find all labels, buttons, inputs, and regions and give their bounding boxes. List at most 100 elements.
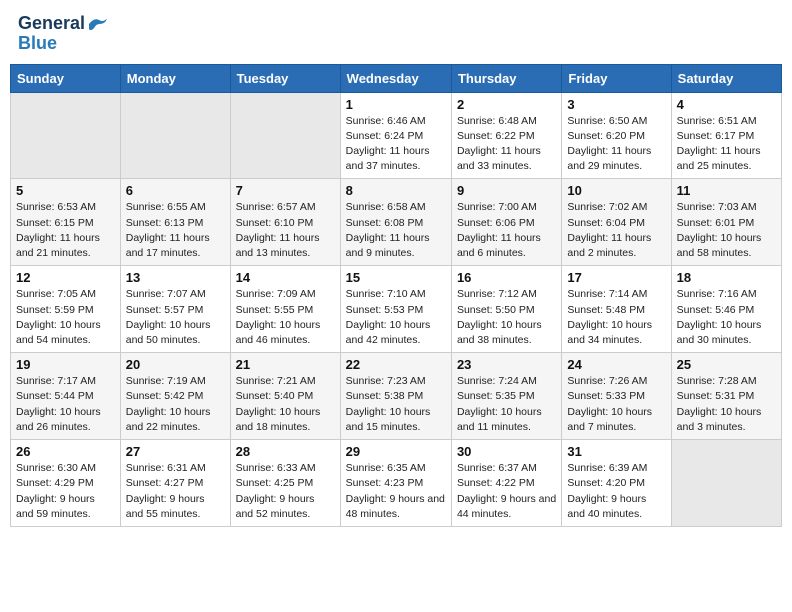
day-cell: 11 Sunrise: 7:03 AM Sunset: 6:01 PM Dayli… bbox=[671, 179, 781, 266]
logo-general: General bbox=[18, 14, 85, 34]
day-detail: Sunrise: 6:48 AM Sunset: 6:22 PM Dayligh… bbox=[457, 114, 556, 175]
day-detail: Sunrise: 6:37 AM Sunset: 4:22 PM Dayligh… bbox=[457, 461, 556, 522]
day-number: 4 bbox=[677, 97, 776, 112]
day-number: 12 bbox=[16, 270, 115, 285]
day-number: 30 bbox=[457, 444, 556, 459]
day-cell: 7 Sunrise: 6:57 AM Sunset: 6:10 PM Daylig… bbox=[230, 179, 340, 266]
day-detail: Sunrise: 7:24 AM Sunset: 5:35 PM Dayligh… bbox=[457, 374, 556, 435]
day-cell: 17Sunrise: 7:14 AM Sunset: 5:48 PM Dayli… bbox=[562, 266, 671, 353]
day-detail: Sunrise: 7:07 AM Sunset: 5:57 PM Dayligh… bbox=[126, 287, 225, 348]
day-number: 16 bbox=[457, 270, 556, 285]
day-header-sunday: Sunday bbox=[11, 64, 121, 92]
day-cell: 22 Sunrise: 7:23 AM Sunset: 5:38 PM Dayli… bbox=[340, 353, 451, 440]
day-header-monday: Monday bbox=[120, 64, 230, 92]
day-cell: 16 Sunrise: 7:12 AM Sunset: 5:50 PM Dayli… bbox=[451, 266, 561, 353]
day-number: 25 bbox=[677, 357, 776, 372]
day-detail: Sunrise: 7:05 AM Sunset: 5:59 PM Dayligh… bbox=[16, 287, 115, 348]
day-detail: Sunrise: 7:12 AM Sunset: 5:50 PM Dayligh… bbox=[457, 287, 556, 348]
day-detail: Sunrise: 6:50 AM Sunset: 6:20 PM Dayligh… bbox=[567, 114, 665, 175]
day-cell: 13 Sunrise: 7:07 AM Sunset: 5:57 PM Dayli… bbox=[120, 266, 230, 353]
day-cell bbox=[230, 92, 340, 179]
day-detail: Sunrise: 7:02 AM Sunset: 6:04 PM Dayligh… bbox=[567, 200, 665, 261]
day-cell: 6 Sunrise: 6:55 AM Sunset: 6:13 PM Daylig… bbox=[120, 179, 230, 266]
day-detail: Sunrise: 6:53 AM Sunset: 6:15 PM Dayligh… bbox=[16, 200, 115, 261]
day-number: 21 bbox=[236, 357, 335, 372]
day-detail: Sunrise: 7:19 AM Sunset: 5:42 PM Dayligh… bbox=[126, 374, 225, 435]
week-row: 12 Sunrise: 7:05 AM Sunset: 5:59 PM Dayli… bbox=[11, 266, 782, 353]
day-detail: Sunrise: 6:33 AM Sunset: 4:25 PM Dayligh… bbox=[236, 461, 335, 522]
day-number: 8 bbox=[346, 183, 446, 198]
day-number: 2 bbox=[457, 97, 556, 112]
day-header-wednesday: Wednesday bbox=[340, 64, 451, 92]
day-cell: 12 Sunrise: 7:05 AM Sunset: 5:59 PM Dayli… bbox=[11, 266, 121, 353]
day-header-saturday: Saturday bbox=[671, 64, 781, 92]
logo-blue: Blue bbox=[18, 34, 109, 54]
day-number: 3 bbox=[567, 97, 665, 112]
day-number: 27 bbox=[126, 444, 225, 459]
day-number: 23 bbox=[457, 357, 556, 372]
header-row: SundayMondayTuesdayWednesdayThursdayFrid… bbox=[11, 64, 782, 92]
day-cell: 4 Sunrise: 6:51 AM Sunset: 6:17 PM Daylig… bbox=[671, 92, 781, 179]
day-detail: Sunrise: 6:46 AM Sunset: 6:24 PM Dayligh… bbox=[346, 114, 446, 175]
day-cell: 1 Sunrise: 6:46 AM Sunset: 6:24 PM Daylig… bbox=[340, 92, 451, 179]
week-row: 26Sunrise: 6:30 AM Sunset: 4:29 PM Dayli… bbox=[11, 440, 782, 527]
day-header-thursday: Thursday bbox=[451, 64, 561, 92]
day-number: 26 bbox=[16, 444, 115, 459]
day-number: 31 bbox=[567, 444, 665, 459]
day-cell: 9Sunrise: 7:00 AM Sunset: 6:06 PM Daylig… bbox=[451, 179, 561, 266]
logo: General Blue bbox=[18, 14, 109, 54]
day-detail: Sunrise: 7:03 AM Sunset: 6:01 PM Dayligh… bbox=[677, 200, 776, 261]
day-header-friday: Friday bbox=[562, 64, 671, 92]
day-cell: 27 Sunrise: 6:31 AM Sunset: 4:27 PM Dayli… bbox=[120, 440, 230, 527]
day-cell: 18Sunrise: 7:16 AM Sunset: 5:46 PM Dayli… bbox=[671, 266, 781, 353]
day-cell: 20Sunrise: 7:19 AM Sunset: 5:42 PM Dayli… bbox=[120, 353, 230, 440]
day-detail: Sunrise: 7:09 AM Sunset: 5:55 PM Dayligh… bbox=[236, 287, 335, 348]
calendar: SundayMondayTuesdayWednesdayThursdayFrid… bbox=[10, 64, 782, 527]
day-number: 14 bbox=[236, 270, 335, 285]
week-row: 1 Sunrise: 6:46 AM Sunset: 6:24 PM Daylig… bbox=[11, 92, 782, 179]
day-number: 18 bbox=[677, 270, 776, 285]
day-detail: Sunrise: 7:28 AM Sunset: 5:31 PM Dayligh… bbox=[677, 374, 776, 435]
day-number: 5 bbox=[16, 183, 115, 198]
day-detail: Sunrise: 7:23 AM Sunset: 5:38 PM Dayligh… bbox=[346, 374, 446, 435]
day-cell: 15Sunrise: 7:10 AM Sunset: 5:53 PM Dayli… bbox=[340, 266, 451, 353]
day-cell: 2 Sunrise: 6:48 AM Sunset: 6:22 PM Daylig… bbox=[451, 92, 561, 179]
logo-bird-icon bbox=[87, 15, 109, 33]
day-detail: Sunrise: 6:31 AM Sunset: 4:27 PM Dayligh… bbox=[126, 461, 225, 522]
day-number: 6 bbox=[126, 183, 225, 198]
day-cell: 31Sunrise: 6:39 AM Sunset: 4:20 PM Dayli… bbox=[562, 440, 671, 527]
day-cell: 23 Sunrise: 7:24 AM Sunset: 5:35 PM Dayli… bbox=[451, 353, 561, 440]
day-detail: Sunrise: 7:21 AM Sunset: 5:40 PM Dayligh… bbox=[236, 374, 335, 435]
day-cell bbox=[120, 92, 230, 179]
day-detail: Sunrise: 6:35 AM Sunset: 4:23 PM Dayligh… bbox=[346, 461, 446, 522]
day-cell: 14 Sunrise: 7:09 AM Sunset: 5:55 PM Dayli… bbox=[230, 266, 340, 353]
day-number: 11 bbox=[677, 183, 776, 198]
day-detail: Sunrise: 7:17 AM Sunset: 5:44 PM Dayligh… bbox=[16, 374, 115, 435]
day-cell bbox=[671, 440, 781, 527]
day-number: 1 bbox=[346, 97, 446, 112]
day-number: 13 bbox=[126, 270, 225, 285]
day-detail: Sunrise: 7:00 AM Sunset: 6:06 PM Dayligh… bbox=[457, 200, 556, 261]
day-number: 24 bbox=[567, 357, 665, 372]
day-cell: 10 Sunrise: 7:02 AM Sunset: 6:04 PM Dayli… bbox=[562, 179, 671, 266]
day-cell: 24 Sunrise: 7:26 AM Sunset: 5:33 PM Dayli… bbox=[562, 353, 671, 440]
day-cell: 8 Sunrise: 6:58 AM Sunset: 6:08 PM Daylig… bbox=[340, 179, 451, 266]
day-cell: 19Sunrise: 7:17 AM Sunset: 5:44 PM Dayli… bbox=[11, 353, 121, 440]
day-cell: 25 Sunrise: 7:28 AM Sunset: 5:31 PM Dayli… bbox=[671, 353, 781, 440]
week-row: 19Sunrise: 7:17 AM Sunset: 5:44 PM Dayli… bbox=[11, 353, 782, 440]
day-cell: 3 Sunrise: 6:50 AM Sunset: 6:20 PM Daylig… bbox=[562, 92, 671, 179]
day-number: 28 bbox=[236, 444, 335, 459]
day-detail: Sunrise: 6:57 AM Sunset: 6:10 PM Dayligh… bbox=[236, 200, 335, 261]
day-cell bbox=[11, 92, 121, 179]
day-cell: 26Sunrise: 6:30 AM Sunset: 4:29 PM Dayli… bbox=[11, 440, 121, 527]
day-number: 10 bbox=[567, 183, 665, 198]
day-cell: 28 Sunrise: 6:33 AM Sunset: 4:25 PM Dayli… bbox=[230, 440, 340, 527]
day-cell: 21 Sunrise: 7:21 AM Sunset: 5:40 PM Dayli… bbox=[230, 353, 340, 440]
day-detail: Sunrise: 7:26 AM Sunset: 5:33 PM Dayligh… bbox=[567, 374, 665, 435]
day-detail: Sunrise: 6:51 AM Sunset: 6:17 PM Dayligh… bbox=[677, 114, 776, 175]
day-detail: Sunrise: 6:58 AM Sunset: 6:08 PM Dayligh… bbox=[346, 200, 446, 261]
day-number: 15 bbox=[346, 270, 446, 285]
day-number: 22 bbox=[346, 357, 446, 372]
day-detail: Sunrise: 6:55 AM Sunset: 6:13 PM Dayligh… bbox=[126, 200, 225, 261]
day-number: 7 bbox=[236, 183, 335, 198]
